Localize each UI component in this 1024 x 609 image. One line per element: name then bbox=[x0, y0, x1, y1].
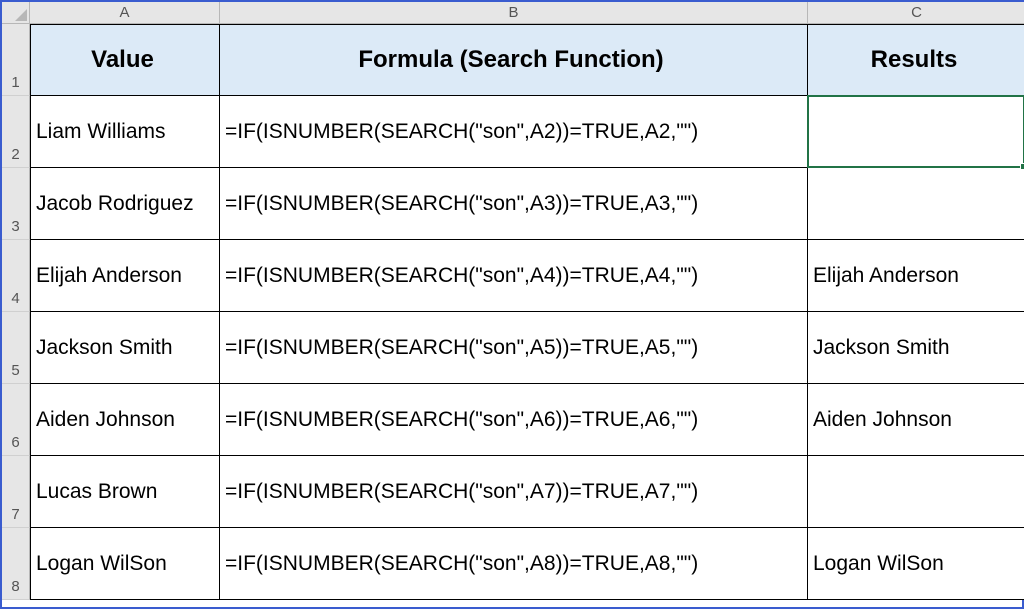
select-all-triangle-icon bbox=[15, 9, 27, 21]
cell-text: Lucas Brown bbox=[36, 480, 157, 504]
cell-text: =IF(ISNUMBER(SEARCH("son",A3))=TRUE,A3,"… bbox=[225, 192, 698, 216]
header-cell-formula[interactable]: Formula (Search Function) bbox=[220, 24, 808, 96]
cell-text: Elijah Anderson bbox=[36, 264, 182, 288]
column-header-label: B bbox=[508, 4, 518, 21]
cell-text: Jackson Smith bbox=[36, 336, 173, 360]
cell-a2[interactable]: Liam Williams bbox=[30, 96, 220, 168]
spreadsheet-grid: A B C 1 Value Formula (Search Function) … bbox=[2, 2, 1022, 607]
cell-a8[interactable]: Logan WilSon bbox=[30, 528, 220, 600]
column-header-a[interactable]: A bbox=[30, 2, 220, 24]
row-header-8[interactable]: 8 bbox=[2, 528, 30, 600]
cell-c8[interactable]: Logan WilSon bbox=[808, 528, 1024, 600]
cell-text: Logan WilSon bbox=[36, 552, 167, 576]
row-number-label: 1 bbox=[11, 74, 19, 91]
row-number-label: 7 bbox=[11, 506, 19, 523]
header-text: Formula (Search Function) bbox=[358, 46, 663, 74]
row-number-label: 3 bbox=[11, 218, 19, 235]
cell-text: =IF(ISNUMBER(SEARCH("son",A4))=TRUE,A4,"… bbox=[225, 264, 698, 288]
cell-text: Aiden Johnson bbox=[36, 408, 175, 432]
cell-a5[interactable]: Jackson Smith bbox=[30, 312, 220, 384]
cell-text: =IF(ISNUMBER(SEARCH("son",A5))=TRUE,A5,"… bbox=[225, 336, 698, 360]
cell-b2[interactable]: =IF(ISNUMBER(SEARCH("son",A2))=TRUE,A2,"… bbox=[220, 96, 808, 168]
row-header-1[interactable]: 1 bbox=[2, 24, 30, 96]
cell-text: Jacob Rodriguez bbox=[36, 192, 194, 216]
row-header-7[interactable]: 7 bbox=[2, 456, 30, 528]
cell-b3[interactable]: =IF(ISNUMBER(SEARCH("son",A3))=TRUE,A3,"… bbox=[220, 168, 808, 240]
cell-c2[interactable] bbox=[808, 96, 1024, 168]
row-header-5[interactable]: 5 bbox=[2, 312, 30, 384]
cell-b8[interactable]: =IF(ISNUMBER(SEARCH("son",A8))=TRUE,A8,"… bbox=[220, 528, 808, 600]
header-text: Value bbox=[91, 46, 154, 74]
row-number-label: 6 bbox=[11, 434, 19, 451]
cell-a4[interactable]: Elijah Anderson bbox=[30, 240, 220, 312]
cell-text: Jackson Smith bbox=[813, 336, 950, 360]
column-header-label: A bbox=[119, 4, 129, 21]
row-header-3[interactable]: 3 bbox=[2, 168, 30, 240]
cell-c5[interactable]: Jackson Smith bbox=[808, 312, 1024, 384]
cell-c6[interactable]: Aiden Johnson bbox=[808, 384, 1024, 456]
cell-text: Liam Williams bbox=[36, 120, 166, 144]
cell-c3[interactable] bbox=[808, 168, 1024, 240]
cell-text: Elijah Anderson bbox=[813, 264, 959, 288]
cell-b7[interactable]: =IF(ISNUMBER(SEARCH("son",A7))=TRUE,A7,"… bbox=[220, 456, 808, 528]
cell-text: =IF(ISNUMBER(SEARCH("son",A6))=TRUE,A6,"… bbox=[225, 408, 698, 432]
cell-c4[interactable]: Elijah Anderson bbox=[808, 240, 1024, 312]
header-cell-results[interactable]: Results bbox=[808, 24, 1024, 96]
column-header-label: C bbox=[911, 4, 922, 21]
cell-a7[interactable]: Lucas Brown bbox=[30, 456, 220, 528]
cell-c7[interactable] bbox=[808, 456, 1024, 528]
row-header-2[interactable]: 2 bbox=[2, 96, 30, 168]
row-header-6[interactable]: 6 bbox=[2, 384, 30, 456]
cell-text: =IF(ISNUMBER(SEARCH("son",A8))=TRUE,A8,"… bbox=[225, 552, 698, 576]
row-header-4[interactable]: 4 bbox=[2, 240, 30, 312]
cell-b5[interactable]: =IF(ISNUMBER(SEARCH("son",A5))=TRUE,A5,"… bbox=[220, 312, 808, 384]
row-number-label: 4 bbox=[11, 290, 19, 307]
row-number-label: 2 bbox=[11, 146, 19, 163]
cell-a6[interactable]: Aiden Johnson bbox=[30, 384, 220, 456]
row-number-label: 8 bbox=[11, 578, 19, 595]
select-all-corner[interactable] bbox=[2, 2, 30, 24]
cell-a3[interactable]: Jacob Rodriguez bbox=[30, 168, 220, 240]
cell-b4[interactable]: =IF(ISNUMBER(SEARCH("son",A4))=TRUE,A4,"… bbox=[220, 240, 808, 312]
cell-text: =IF(ISNUMBER(SEARCH("son",A7))=TRUE,A7,"… bbox=[225, 480, 698, 504]
cell-text: Logan WilSon bbox=[813, 552, 944, 576]
header-cell-value[interactable]: Value bbox=[30, 24, 220, 96]
cell-text: =IF(ISNUMBER(SEARCH("son",A2))=TRUE,A2,"… bbox=[225, 120, 698, 144]
column-header-c[interactable]: C bbox=[808, 2, 1024, 24]
header-text: Results bbox=[871, 46, 958, 74]
cell-b6[interactable]: =IF(ISNUMBER(SEARCH("son",A6))=TRUE,A6,"… bbox=[220, 384, 808, 456]
row-number-label: 5 bbox=[11, 362, 19, 379]
column-header-b[interactable]: B bbox=[220, 2, 808, 24]
cell-text: Aiden Johnson bbox=[813, 408, 952, 432]
